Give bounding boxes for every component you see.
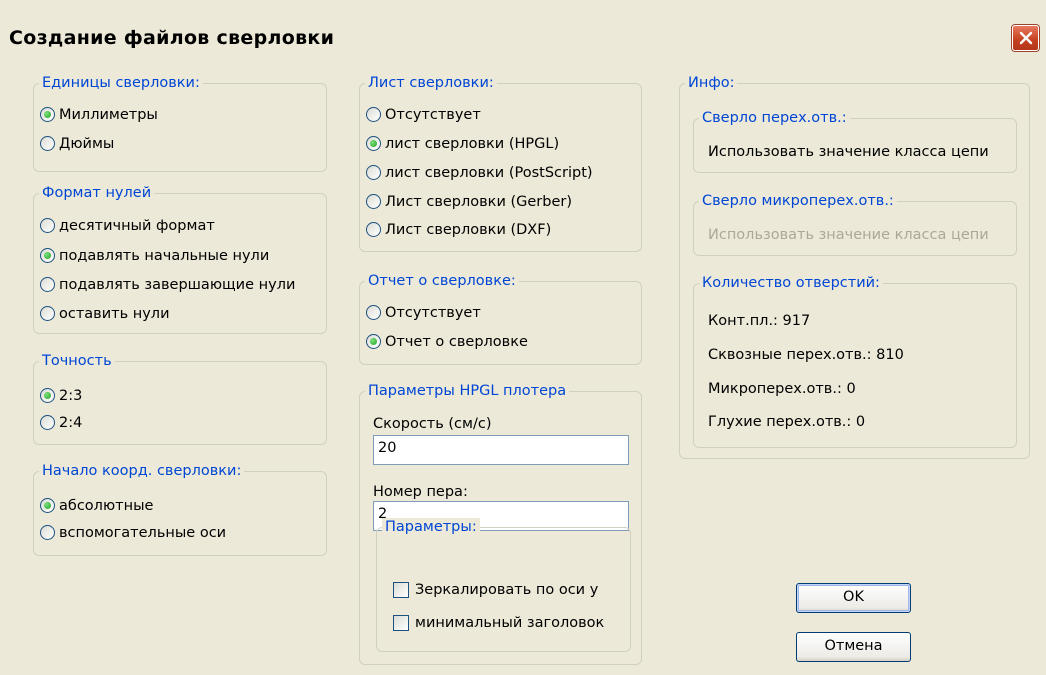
- hole-count-through-vias: Сквозные перех.отв.: 810: [708, 347, 904, 363]
- drill-report-group: Отчет о сверловке: Отсутствует Отчет о с…: [359, 272, 642, 365]
- info-group: Инфо: Сверло перех.отв.: Использовать зн…: [679, 74, 1030, 459]
- microvia-drill-subgroup-title: Сверло микроперех.отв.:: [699, 192, 897, 210]
- precision-group: Точность 2:3 2:4: [33, 352, 327, 445]
- close-button[interactable]: [1012, 25, 1039, 51]
- sheet-gerber-radio-indicator: [366, 194, 381, 209]
- zeros-suppress-trailing-label: подавлять завершающие нули: [59, 277, 296, 293]
- info-group-title: Инфо:: [685, 74, 738, 92]
- precision-2-4-label: 2:4: [59, 415, 83, 431]
- zeros-suppress-leading-label: подавлять начальные нули: [59, 248, 270, 264]
- units-inches-radio-indicator: [40, 136, 55, 151]
- hpgl-options-subgroup-title: Параметры:: [382, 518, 480, 536]
- min-header-checkbox-box: [393, 615, 409, 631]
- units-millimeters-radio-indicator: [40, 107, 55, 122]
- close-icon: [1019, 31, 1033, 45]
- hole-count-microvias: Микроперех.отв.: 0: [708, 381, 856, 397]
- zeros-keep-radio-indicator: [40, 306, 55, 321]
- min-header-label: минимальный заголовок: [415, 615, 605, 631]
- dialog-title: Создание файлов сверловки: [9, 27, 335, 49]
- microvia-drill-subgroup: Сверло микроперех.отв.: Использовать зна…: [693, 192, 1017, 256]
- hpgl-params-group: Параметры HPGL плотера Скорость (см/с) 2…: [359, 382, 642, 665]
- zeros-decimal-label: десятичный формат: [59, 218, 215, 234]
- origin-group-title: Начало коорд. сверловки:: [39, 462, 245, 480]
- dialog-titlebar: Создание файлов сверловки: [0, 0, 1046, 55]
- cancel-button[interactable]: Отмена: [796, 632, 911, 662]
- report-enabled-label: Отчет о сверловке: [385, 334, 528, 350]
- origin-absolute-label: абсолютные: [59, 498, 154, 514]
- zeros-decimal-radio-indicator: [40, 218, 55, 233]
- drill-sheet-group-title: Лист сверловки:: [365, 74, 497, 92]
- sheet-dxf-radio-indicator: [366, 222, 381, 237]
- sheet-hpgl-radio-indicator: [366, 136, 381, 151]
- hpgl-options-subgroup: Параметры: Зеркалировать по оси y минима…: [376, 518, 631, 652]
- report-enabled-radio-indicator: [366, 334, 381, 349]
- via-drill-subgroup-title: Сверло перех.отв.:: [699, 109, 850, 127]
- precision-2-4-radio-indicator: [40, 415, 55, 430]
- via-drill-subgroup: Сверло перех.отв.: Использовать значение…: [693, 109, 1017, 173]
- report-none-label: Отсутствует: [385, 305, 481, 321]
- origin-auxiliary-radio-indicator: [40, 525, 55, 540]
- sheet-gerber-label: Лист сверловки (Gerber): [385, 194, 572, 210]
- origin-absolute-radio-indicator: [40, 498, 55, 513]
- report-none-radio-indicator: [366, 305, 381, 320]
- hole-count-blind-vias: Глухие перех.отв.: 0: [708, 414, 866, 430]
- hpgl-params-group-title: Параметры HPGL плотера: [365, 382, 570, 400]
- sheet-postscript-radio-indicator: [366, 165, 381, 180]
- sheet-dxf-label: Лист сверловки (DXF): [385, 222, 552, 238]
- zeros-keep-label: оставить нули: [59, 306, 170, 322]
- mirror-y-label: Зеркалировать по оси y: [415, 582, 599, 598]
- via-drill-value: Использовать значение класса цепи: [708, 144, 989, 160]
- sheet-hpgl-label: лист сверловки (HPGL): [385, 136, 560, 152]
- microvia-drill-value: Использовать значение класса цепи: [708, 227, 989, 243]
- units-inches-label: Дюймы: [59, 136, 115, 152]
- zeros-suppress-leading-radio-indicator: [40, 248, 55, 263]
- precision-2-3-radio-indicator: [40, 388, 55, 403]
- hole-count-subgroup: Количество отверстий: Конт.пл.: 917 Скво…: [693, 274, 1017, 448]
- zeros-format-group-title: Формат нулей: [39, 184, 155, 202]
- speed-input[interactable]: 20: [373, 435, 629, 465]
- pen-number-label: Номер пера:: [373, 484, 468, 500]
- speed-label: Скорость (см/с): [373, 416, 492, 432]
- precision-2-3-label: 2:3: [59, 388, 83, 404]
- mirror-y-checkbox-box: [393, 582, 409, 598]
- precision-group-title: Точность: [39, 352, 115, 370]
- zeros-suppress-trailing-radio-indicator: [40, 277, 55, 292]
- drill-sheet-group: Лист сверловки: Отсутствует лист сверлов…: [359, 74, 642, 252]
- drill-report-group-title: Отчет о сверловке:: [365, 272, 519, 290]
- sheet-none-radio-indicator: [366, 107, 381, 122]
- origin-auxiliary-label: вспомогательные оси: [59, 525, 227, 541]
- hole-count-subgroup-title: Количество отверстий:: [699, 274, 883, 292]
- hole-count-pads: Конт.пл.: 917: [708, 313, 811, 329]
- sheet-none-label: Отсутствует: [385, 107, 481, 123]
- units-group: Единицы сверловки: Миллиметры Дюймы: [33, 74, 327, 172]
- units-group-title: Единицы сверловки:: [39, 74, 203, 92]
- ok-button[interactable]: OK: [796, 583, 911, 613]
- sheet-postscript-label: лист сверловки (PostScript): [385, 165, 593, 181]
- origin-group: Начало коорд. сверловки: абсолютные вспо…: [33, 462, 327, 556]
- units-millimeters-label: Миллиметры: [59, 107, 158, 123]
- zeros-format-group: Формат нулей десятичный формат подавлять…: [33, 184, 327, 334]
